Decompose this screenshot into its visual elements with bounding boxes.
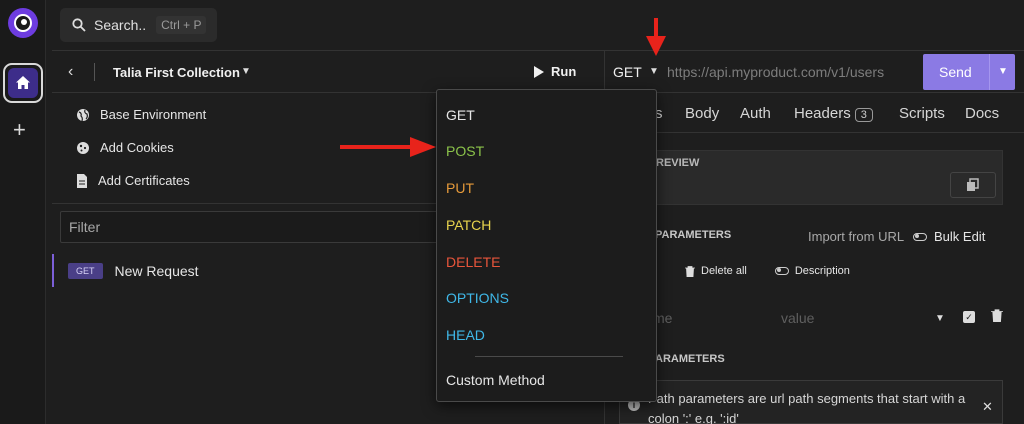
run-label: Run bbox=[551, 64, 577, 79]
method-badge: GET bbox=[68, 262, 103, 279]
method-option-get[interactable]: GET bbox=[446, 107, 475, 123]
tab-label: Headers bbox=[794, 105, 851, 122]
search-icon bbox=[72, 18, 86, 32]
back-icon[interactable]: ‹ bbox=[68, 63, 73, 81]
tab-headers[interactable]: Headers 3 bbox=[794, 105, 873, 122]
enable-checkbox[interactable]: ✓ bbox=[963, 311, 975, 323]
description-label: Description bbox=[794, 265, 850, 277]
delete-all-label: Delete all bbox=[701, 265, 747, 277]
add-icon[interactable]: + bbox=[13, 119, 26, 141]
request-name: New Request bbox=[114, 262, 199, 279]
chevron-down-icon[interactable]: ▼ bbox=[998, 66, 1008, 77]
menu-label: Add Certificates bbox=[98, 173, 190, 188]
trash-icon[interactable] bbox=[991, 309, 1003, 327]
close-icon[interactable]: ✕ bbox=[982, 399, 993, 415]
info-text: Path parameters are url path segments th… bbox=[648, 391, 966, 424]
path-params-info: i Path parameters are url path segments … bbox=[619, 380, 1003, 424]
app-logo bbox=[8, 8, 38, 38]
menu-add-certificates[interactable]: Add Certificates bbox=[76, 173, 190, 188]
collection-title[interactable]: Talia First Collection bbox=[113, 65, 240, 80]
trash-icon bbox=[685, 265, 695, 277]
tab-scripts[interactable]: Scripts bbox=[899, 105, 945, 122]
cookie-icon bbox=[77, 141, 89, 154]
count-badge: 3 bbox=[854, 108, 873, 122]
description-toggle[interactable]: Description bbox=[774, 265, 850, 277]
chevron-down-icon[interactable]: ▼ bbox=[241, 66, 251, 77]
import-from-url-link[interactable]: Import from URL bbox=[808, 229, 904, 244]
method-option-post[interactable]: POST bbox=[446, 143, 484, 159]
bulk-edit-label: Bulk Edit bbox=[934, 229, 986, 244]
param-value-input[interactable]: value bbox=[781, 310, 814, 326]
menu-base-environment[interactable]: Base Environment bbox=[76, 107, 206, 122]
method-option-options[interactable]: OPTIONS bbox=[446, 290, 509, 306]
delete-all-button[interactable]: Delete all bbox=[685, 265, 747, 277]
params-actions: Delete all Description bbox=[685, 265, 850, 277]
search-label: Search.. bbox=[94, 17, 147, 33]
request-tabs: s Body Auth Headers 3 Scripts Docs bbox=[605, 93, 1024, 133]
url-input[interactable]: https://api.myproduct.com/v1/users bbox=[667, 64, 884, 80]
toggle-icon bbox=[913, 232, 927, 241]
tab-docs[interactable]: Docs bbox=[965, 105, 999, 122]
copy-icon bbox=[967, 178, 979, 191]
url-preview: REVIEW bbox=[619, 150, 1003, 205]
collection-header: ‹ Talia First Collection ▼ Run bbox=[52, 50, 604, 93]
menu-label: Base Environment bbox=[100, 107, 207, 122]
method-option-custom[interactable]: Custom Method bbox=[446, 372, 545, 388]
method-selector[interactable]: GET bbox=[613, 64, 642, 80]
method-option-delete[interactable]: DELETE bbox=[446, 254, 500, 270]
method-dropdown: GET POST PUT PATCH DELETE OPTIONS HEAD C… bbox=[436, 89, 657, 402]
toggle-icon bbox=[774, 267, 789, 275]
chevron-down-icon[interactable]: ▼ bbox=[935, 313, 945, 324]
search-shortcut: Ctrl + P bbox=[156, 16, 207, 34]
method-option-head[interactable]: HEAD bbox=[446, 327, 485, 343]
left-rail: + bbox=[0, 0, 46, 424]
annotation-arrow-right bbox=[340, 137, 436, 157]
preview-label: REVIEW bbox=[656, 157, 700, 169]
copy-button[interactable] bbox=[950, 172, 996, 198]
query-params-label: PARAMETERS bbox=[655, 229, 732, 241]
method-option-patch[interactable]: PATCH bbox=[446, 217, 491, 233]
chevron-down-icon[interactable]: ▼ bbox=[649, 66, 659, 77]
tab-body[interactable]: Body bbox=[685, 105, 719, 122]
send-label: Send bbox=[939, 64, 972, 80]
home-icon bbox=[16, 76, 30, 89]
annotation-arrow-down bbox=[646, 18, 666, 56]
request-pane: GET ▼ https://api.myproduct.com/v1/users… bbox=[604, 50, 1024, 424]
certificate-icon bbox=[77, 173, 87, 188]
app-window: + Search.. Ctrl + P ‹ Talia First Collec… bbox=[0, 0, 1024, 424]
play-icon bbox=[534, 65, 544, 78]
tab-auth[interactable]: Auth bbox=[740, 105, 771, 122]
path-params-label: ARAMETERS bbox=[655, 353, 725, 365]
menu-label: Add Cookies bbox=[100, 140, 174, 155]
menu-add-cookies[interactable]: Add Cookies bbox=[76, 140, 174, 155]
search-bar[interactable]: Search.. Ctrl + P bbox=[60, 8, 217, 42]
method-option-put[interactable]: PUT bbox=[446, 180, 474, 196]
globe-icon bbox=[77, 108, 89, 121]
home-button[interactable] bbox=[3, 63, 43, 103]
bulk-edit-toggle[interactable]: Bulk Edit bbox=[913, 229, 985, 244]
send-button[interactable]: Send ▼ bbox=[923, 54, 1015, 90]
run-button[interactable]: Run bbox=[534, 64, 576, 79]
